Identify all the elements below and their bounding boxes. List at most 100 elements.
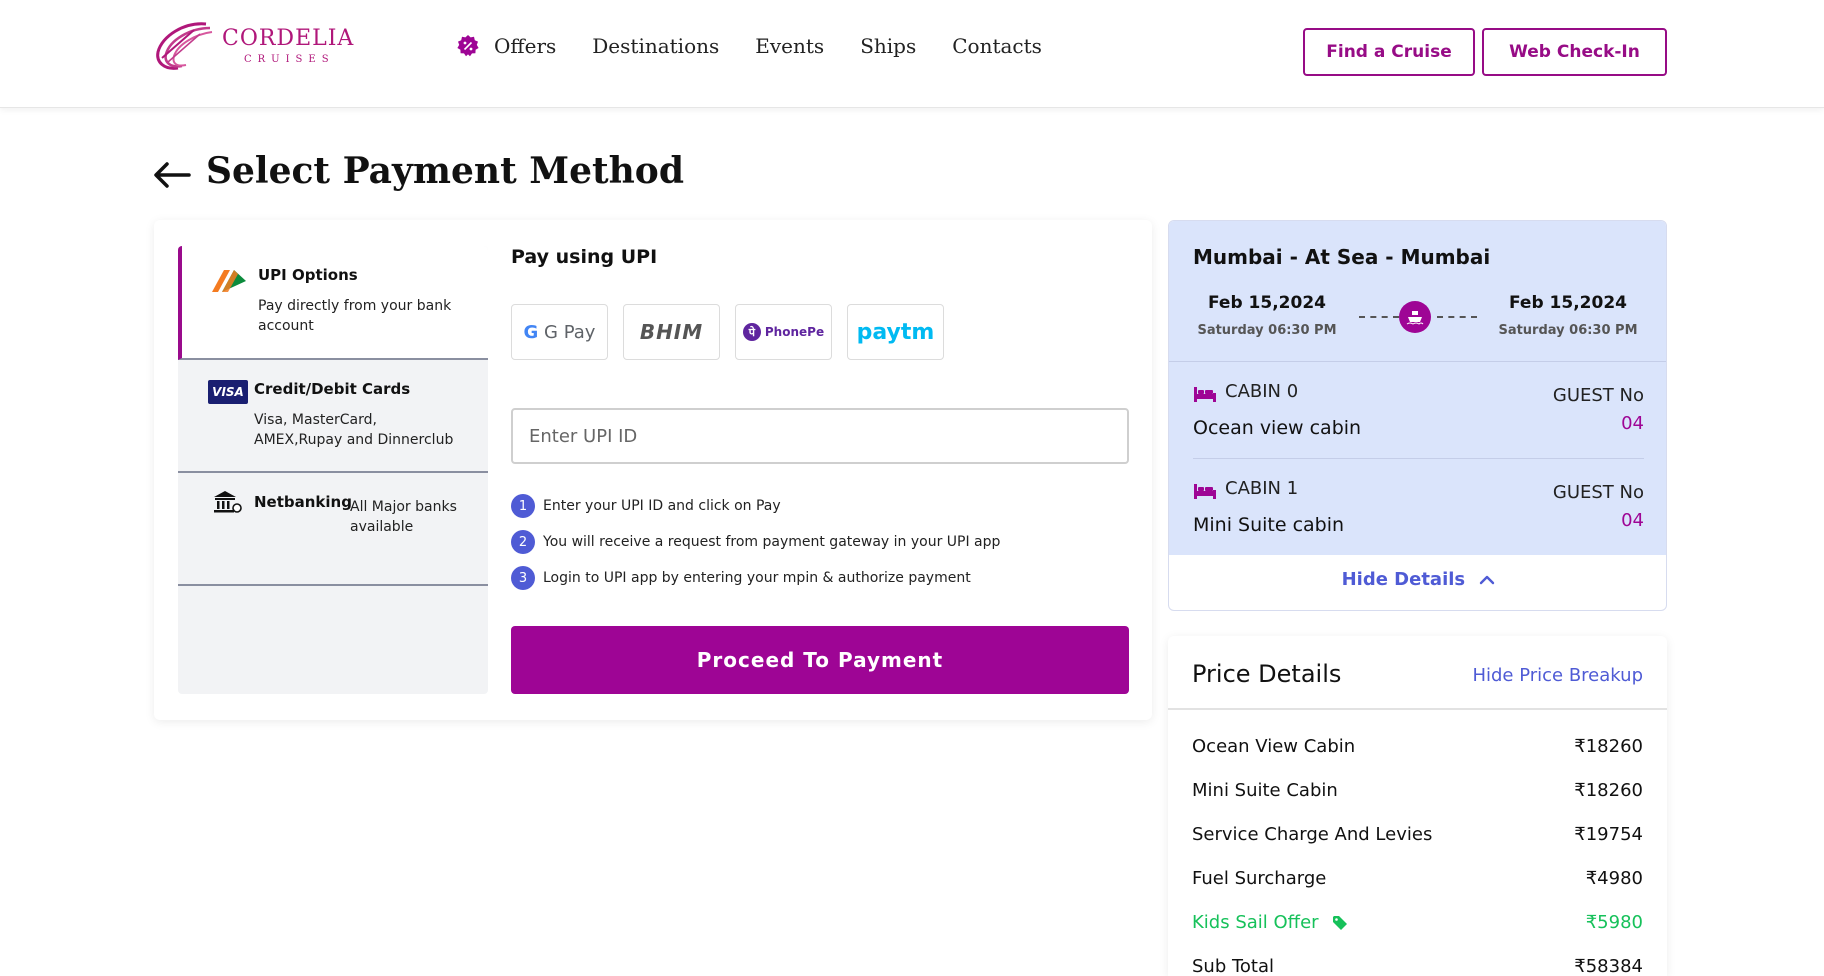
back-arrow-icon[interactable] [153, 160, 191, 190]
hide-price-breakup-link[interactable]: Hide Price Breakup [1472, 665, 1643, 686]
method-desc-netbanking: All Major banks available [350, 499, 457, 535]
subtotal-value: ₹58384 [1574, 956, 1643, 976]
departure-time: Saturday 06:30 PM [1197, 323, 1337, 338]
price-label: Service Charge And Levies [1192, 824, 1433, 845]
departure-info: Feb 15,2024 Saturday 06:30 PM [1193, 293, 1341, 338]
price-value: ₹19754 [1574, 824, 1643, 845]
method-title-netbanking: Netbanking [254, 493, 352, 511]
main-nav: Offers Destinations Events Ships Contact… [456, 34, 1078, 58]
departure-date: Feb 15,2024 [1208, 293, 1326, 313]
divider [1168, 708, 1667, 710]
brand-name: CORDELIA [222, 26, 355, 51]
page-title: Select Payment Method [206, 150, 684, 192]
step-number: 3 [511, 566, 535, 590]
price-label: Ocean View Cabin [1192, 736, 1356, 757]
web-checkin-button[interactable]: Web Check-In [1482, 28, 1667, 76]
upi-instructions: 1 Enter your UPI ID and click on Pay 2 Y… [511, 488, 1000, 596]
guest-label: GUEST No [1552, 482, 1644, 503]
bed-icon [1194, 484, 1216, 499]
nav-item-contacts[interactable]: Contacts [952, 34, 1042, 58]
guest-count: 04 [1621, 510, 1644, 531]
price-value: ₹18260 [1574, 780, 1643, 801]
hide-details-label: Hide Details [1341, 569, 1466, 590]
price-details: Price Details Hide Price Breakup Ocean V… [1168, 636, 1667, 976]
cordelia-logo-mark [156, 22, 213, 70]
bhim-logo: BHIM [639, 320, 704, 344]
cabin-label: CABIN 0 [1225, 381, 1299, 402]
upi-panel-title: Pay using UPI [511, 246, 658, 268]
nav-item-destinations[interactable]: Destinations [592, 34, 719, 58]
bed-icon [1194, 387, 1216, 402]
cordelia-logo[interactable]: CORDELIA CRUISES [154, 18, 354, 74]
discount-label: Kids Sail Offer [1192, 912, 1319, 933]
visa-icon: VISA [208, 380, 248, 404]
payment-method-list: UPI Options Pay directly from your bank … [178, 246, 488, 694]
nav-item-ships[interactable]: Ships [860, 34, 916, 58]
upi-app-list: G G Pay BHIM पे PhonePe paytm [511, 304, 959, 360]
method-title-cards: Credit/Debit Cards [254, 380, 411, 398]
offer-badge-icon [457, 35, 479, 57]
step-text: Login to UPI app by entering your mpin &… [543, 570, 971, 586]
nav-label-offers: Offers [494, 34, 557, 58]
cabin-label: CABIN 1 [1225, 478, 1299, 499]
paytm-option[interactable]: paytm [847, 304, 944, 360]
upi-icon [212, 270, 246, 292]
divider [1193, 458, 1644, 459]
method-netbanking[interactable]: Netbanking All Major banks available [178, 473, 488, 586]
phonepe-icon: पे [742, 323, 761, 341]
method-upi[interactable]: UPI Options Pay directly from your bank … [178, 246, 488, 360]
tag-icon [1333, 916, 1348, 930]
price-label: Mini Suite Cabin [1192, 780, 1338, 801]
cabin-item: CABIN 1 Mini Suite cabin GUEST No 04 [1193, 476, 1644, 572]
payment-card: UPI Options Pay directly from your bank … [154, 220, 1152, 720]
ship-icon [1399, 301, 1431, 333]
upi-panel: Pay using UPI G G Pay BHIM पे PhonePe pa… [511, 246, 1129, 694]
method-cards[interactable]: VISA Credit/Debit Cards Visa, MasterCard… [178, 360, 488, 473]
trip-summary: Mumbai - At Sea - Mumbai Feb 15,2024 Sat… [1168, 220, 1667, 611]
price-row: Fuel Surcharge ₹4980 [1192, 868, 1643, 889]
price-row: Mini Suite Cabin ₹18260 [1192, 780, 1643, 801]
subtotal-row: Sub Total ₹58384 [1192, 956, 1643, 976]
guest-count: 04 [1621, 413, 1644, 434]
find-cruise-button[interactable]: Find a Cruise [1303, 28, 1475, 76]
route-line-left [1359, 316, 1399, 318]
price-value: ₹4980 [1585, 868, 1643, 889]
gpay-logo: G G Pay [523, 321, 596, 343]
bhim-option[interactable]: BHIM [623, 304, 720, 360]
cabin-type: Mini Suite cabin [1193, 514, 1345, 536]
phonepe-logo: पे PhonePe [742, 323, 824, 341]
route-line-right [1437, 316, 1477, 318]
upi-id-input[interactable] [511, 408, 1129, 464]
subtotal-label: Sub Total [1192, 956, 1275, 976]
cabin-type: Ocean view cabin [1193, 417, 1362, 439]
discount-row: Kids Sail Offer ₹5980 [1192, 912, 1643, 933]
step-number: 1 [511, 494, 535, 518]
gpay-option[interactable]: G G Pay [511, 304, 608, 360]
price-value: ₹18260 [1574, 736, 1643, 757]
site-header: CORDELIA CRUISES Offers Destinations Eve… [0, 0, 1824, 108]
hide-details-toggle[interactable]: Hide Details [1169, 569, 1666, 590]
visa-badge-text: VISA [212, 385, 244, 399]
step-text: You will receive a request from payment … [543, 534, 1001, 550]
instruction-step: 1 Enter your UPI ID and click on Pay [511, 488, 1000, 524]
proceed-to-payment-button[interactable]: Proceed To Payment [511, 626, 1129, 694]
phonepe-option[interactable]: पे PhonePe [735, 304, 832, 360]
price-label: Fuel Surcharge [1192, 868, 1327, 889]
step-number: 2 [511, 530, 535, 554]
brand-subtitle: CRUISES [244, 54, 335, 65]
method-title-upi: UPI Options [258, 266, 358, 284]
chevron-up-icon [1480, 575, 1495, 585]
price-details-title: Price Details [1192, 660, 1342, 688]
cabin-item: CABIN 0 Ocean view cabin GUEST No 04 [1193, 379, 1644, 475]
nav-item-offers[interactable]: Offers [456, 34, 556, 58]
guest-label: GUEST No [1552, 385, 1644, 406]
trip-details-panel: Mumbai - At Sea - Mumbai Feb 15,2024 Sat… [1169, 221, 1666, 555]
arrival-info: Feb 15,2024 Saturday 06:30 PM [1494, 293, 1642, 338]
instruction-step: 3 Login to UPI app by entering your mpin… [511, 560, 1000, 596]
price-row: Service Charge And Levies ₹19754 [1192, 824, 1643, 845]
arrival-date: Feb 15,2024 [1509, 293, 1627, 313]
nav-item-events[interactable]: Events [755, 34, 824, 58]
divider [1169, 361, 1666, 362]
price-row: Ocean View Cabin ₹18260 [1192, 736, 1643, 757]
method-desc-cards: Visa, MasterCard, AMEX,Rupay and Dinnerc… [254, 412, 454, 448]
